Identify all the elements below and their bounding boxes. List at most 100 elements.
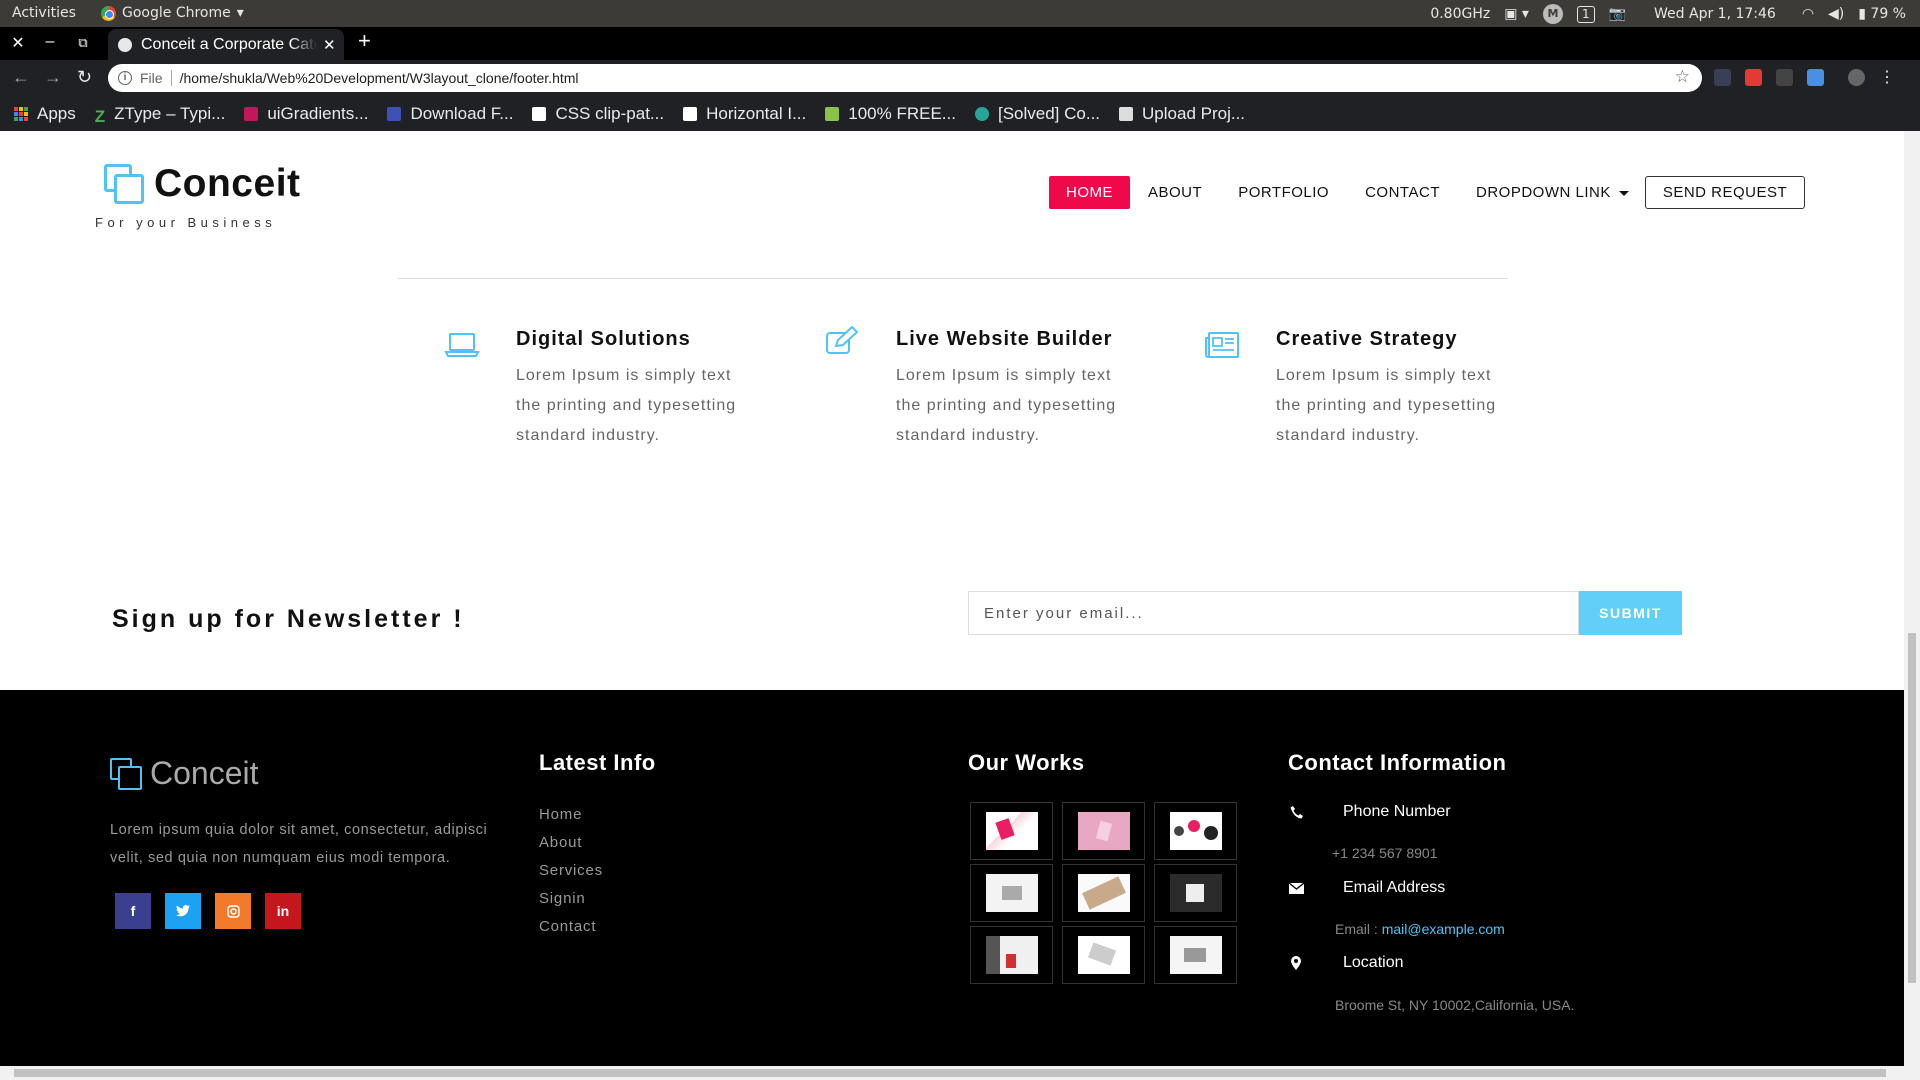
info-icon[interactable]: i	[118, 71, 132, 85]
work-thumbnail[interactable]	[970, 926, 1053, 984]
nav-home[interactable]: HOME	[1049, 176, 1130, 209]
instagram-icon[interactable]	[215, 893, 251, 929]
work-thumbnail[interactable]	[1062, 802, 1145, 860]
bookmark-label: 100% FREE...	[848, 104, 956, 123]
bookmark-label: Horizontal I...	[706, 104, 807, 123]
phone-icon	[1288, 804, 1304, 820]
bookmark-apps[interactable]: Apps	[14, 104, 76, 124]
linkedin-icon[interactable]: in	[265, 893, 301, 929]
back-icon[interactable]: ←	[12, 67, 30, 88]
bookmark-item[interactable]: Upload Proj...	[1119, 104, 1245, 124]
send-request-button[interactable]: SEND REQUEST	[1644, 176, 1806, 209]
red-extension-icon[interactable]	[1745, 69, 1762, 86]
footer-about-text: Lorem ipsum quia dolor sit amet, consect…	[110, 822, 488, 866]
new-tab-icon[interactable]: +	[358, 28, 371, 54]
footer-link-signin[interactable]: Signin	[539, 885, 603, 913]
works-gallery	[970, 802, 1237, 984]
pen-extension-icon[interactable]	[1714, 69, 1731, 86]
bookmark-item[interactable]: Z ZType – Typi...	[95, 104, 226, 126]
twitter-icon[interactable]	[165, 893, 201, 929]
volume-icon[interactable]: ◀)	[1828, 6, 1844, 22]
system-tray: 0.80GHz ▣ ▾ M 1 📷 Wed Apr 1, 17:46 ◠ ◀) …	[1430, 4, 1906, 24]
kebab-menu-icon[interactable]: ⋮	[1879, 67, 1895, 87]
tab-strip: ✕ – ⧉ Conceit a Corporate Category ✕ +	[0, 27, 1920, 60]
activities-button[interactable]: Activities	[12, 5, 76, 21]
bookmark-label: Upload Proj...	[1142, 104, 1246, 123]
window-minimize-icon[interactable]: –	[40, 33, 60, 51]
work-thumbnail[interactable]	[1062, 864, 1145, 922]
workspace-indicator[interactable]: 1	[1576, 5, 1595, 23]
bookmark-label: Apps	[37, 104, 76, 123]
work-thumbnail[interactable]	[1154, 926, 1237, 984]
footer-logo[interactable]: Conceit	[110, 755, 259, 792]
bookmark-item[interactable]: Horizontal I...	[683, 104, 806, 124]
vertical-scrollbar-thumb[interactable]	[1908, 633, 1916, 983]
window-close-icon[interactable]: ✕	[8, 33, 28, 53]
work-thumbnail[interactable]	[1062, 926, 1145, 984]
nav-dropdown[interactable]: DROPDOWN LINK	[1476, 184, 1629, 201]
footer-link-about[interactable]: About	[539, 829, 603, 857]
download-site-icon	[387, 107, 402, 121]
work-thumbnail[interactable]	[1154, 802, 1237, 860]
vertical-scrollbar[interactable]	[1904, 131, 1920, 1080]
bookmark-item[interactable]: 100% FREE...	[825, 104, 956, 124]
window-restore-icon[interactable]: ⧉	[73, 35, 93, 51]
camera-icon[interactable]: 📷	[1609, 6, 1626, 22]
app-name: Google Chrome	[122, 5, 231, 21]
site-logo[interactable]: Conceit	[104, 162, 301, 206]
clock[interactable]: Wed Apr 1, 17:46	[1654, 6, 1776, 22]
battery-indicator[interactable]: ▮ 79 %	[1858, 6, 1906, 22]
nav-contact[interactable]: CONTACT	[1365, 184, 1440, 201]
app-menu[interactable]: Google Chrome ▾	[101, 5, 244, 21]
location-address: Broome St, NY 10002,California, USA.	[1335, 997, 1575, 1013]
tab-close-icon[interactable]: ✕	[323, 36, 336, 54]
cpu-chip-icon[interactable]: ▣ ▾	[1504, 6, 1529, 22]
apps-grid-icon	[14, 107, 28, 121]
browser-tab[interactable]: Conceit a Corporate Category ✕	[108, 29, 344, 60]
bookmark-item[interactable]: [Solved] Co...	[974, 104, 1100, 124]
work-image	[1169, 812, 1222, 850]
email-prefix: Email :	[1335, 921, 1378, 937]
heading-rest: Information	[1373, 750, 1507, 775]
blue-extension-icon[interactable]	[1807, 69, 1824, 86]
browser-toolbar: ← → ↻ i File /home/shukla/Web%20Developm…	[0, 60, 1920, 97]
nav-portfolio[interactable]: PORTFOLIO	[1238, 184, 1329, 201]
facebook-icon[interactable]: f	[115, 893, 151, 929]
email-link[interactable]: mail@example.com	[1382, 921, 1505, 937]
footer-link-home[interactable]: Home	[539, 801, 603, 829]
cpu-frequency: 0.80GHz	[1430, 6, 1491, 22]
bookmark-item[interactable]: uiGradients...	[244, 104, 368, 124]
profile-icon[interactable]	[1848, 69, 1865, 86]
nav-about[interactable]: ABOUT	[1148, 184, 1202, 201]
work-image	[1077, 874, 1130, 912]
work-thumbnail[interactable]	[970, 864, 1053, 922]
dark-extension-icon[interactable]	[1776, 69, 1793, 86]
bookmark-item[interactable]: Download F...	[387, 104, 513, 124]
bookmark-item[interactable]: CSS clip-pat...	[532, 104, 664, 124]
newsletter-submit-button[interactable]: SUBMIT	[1579, 591, 1682, 635]
contact-email-row: Email Address	[1288, 879, 1445, 897]
bookmark-label: CSS clip-pat...	[555, 104, 665, 123]
leaf-icon	[825, 107, 840, 121]
chrome-icon	[101, 5, 116, 21]
work-thumbnail[interactable]	[970, 802, 1053, 860]
footer-link-contact[interactable]: Contact	[539, 913, 603, 941]
work-thumbnail[interactable]	[1154, 864, 1237, 922]
user-indicator-icon[interactable]: M	[1542, 4, 1563, 24]
upload-site-icon	[1119, 107, 1134, 121]
horizontal-scrollbar-thumb[interactable]	[14, 1069, 1886, 1077]
newsletter-email-input[interactable]	[968, 591, 1579, 635]
address-bar[interactable]: i File /home/shukla/Web%20Development/W3…	[108, 64, 1702, 92]
horizontal-scrollbar[interactable]	[0, 1066, 1904, 1080]
logo-squares-icon	[104, 164, 144, 204]
reload-icon[interactable]: ↻	[77, 67, 92, 88]
address-url[interactable]: /home/shukla/Web%20Development/W3layout_…	[180, 70, 579, 86]
wifi-icon[interactable]: ◠	[1802, 6, 1814, 22]
footer-link-services[interactable]: Services	[539, 857, 603, 885]
bookmark-star-icon[interactable]: ☆	[1675, 67, 1690, 87]
logo-squares-icon	[110, 757, 142, 790]
newsletter-title: Sign up for Newsletter !	[112, 605, 465, 633]
extension-icons: ⋮	[1714, 69, 1895, 87]
envelope-icon	[1288, 880, 1304, 896]
forward-icon[interactable]: →	[44, 67, 62, 88]
